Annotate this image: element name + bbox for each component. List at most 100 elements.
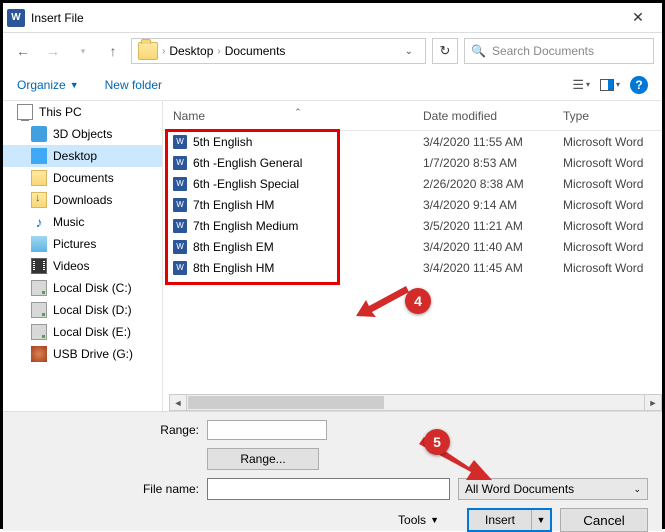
breadcrumb[interactable]: › Desktop › Documents ⌄: [131, 38, 426, 64]
tree-label: Documents: [53, 171, 114, 185]
main-area: This PC 3D Objects Desktop Documents Dow…: [3, 101, 662, 411]
file-name: 6th -English Special: [193, 177, 423, 191]
insert-dropdown[interactable]: ▼: [532, 510, 550, 530]
refresh-button[interactable]: ↻: [432, 38, 458, 64]
tree-label: Desktop: [53, 149, 97, 163]
search-input[interactable]: 🔍 Search Documents: [464, 38, 654, 64]
file-date: 3/4/2020 11:40 AM: [423, 240, 563, 254]
tree-local-e[interactable]: Local Disk (E:): [3, 321, 162, 343]
file-type: Microsoft Word: [563, 135, 643, 149]
file-date: 3/4/2020 11:55 AM: [423, 135, 563, 149]
tree-local-c[interactable]: Local Disk (C:): [3, 277, 162, 299]
file-row[interactable]: W7th English Medium3/5/2020 11:21 AMMicr…: [163, 215, 662, 236]
help-button[interactable]: ?: [630, 76, 648, 94]
preview-pane-button[interactable]: ▾: [600, 79, 620, 91]
drive-icon: [31, 302, 47, 318]
chevron-down-icon: ▼: [70, 80, 79, 90]
view-options-button[interactable]: ☰▾: [572, 77, 590, 93]
file-name: 7th English Medium: [193, 219, 423, 233]
chevron-right-icon: ›: [162, 46, 165, 57]
tree-3d-objects[interactable]: 3D Objects: [3, 123, 162, 145]
word-doc-icon: W: [173, 219, 187, 233]
command-bar: Organize ▼ New folder ☰▾ ▾ ?: [3, 69, 662, 101]
file-list: W5th English3/4/2020 11:55 AMMicrosoft W…: [163, 131, 662, 278]
tree-label: Downloads: [53, 193, 112, 207]
tree-label: Pictures: [53, 237, 96, 251]
downloads-icon: [31, 192, 47, 208]
file-row[interactable]: W 8th English EM3/4/2020 11:40 AMMicrosof…: [163, 236, 662, 257]
col-type[interactable]: Type: [563, 109, 662, 123]
word-doc-icon: W: [173, 156, 187, 170]
filename-label: File name:: [17, 482, 207, 496]
drive-icon: [31, 280, 47, 296]
tree-music[interactable]: ♪Music: [3, 211, 162, 233]
col-name[interactable]: ⌃Name: [173, 109, 423, 123]
scroll-left-icon[interactable]: ◄: [170, 395, 187, 410]
file-type: Microsoft Word: [563, 240, 643, 254]
word-app-icon: W: [7, 9, 25, 27]
tree-desktop[interactable]: Desktop: [3, 145, 162, 167]
back-button[interactable]: ←: [11, 39, 35, 63]
insert-label: Insert: [469, 510, 532, 530]
navbar: ← → ▾ ↑ › Desktop › Documents ⌄ ↻ 🔍 Sear…: [3, 33, 662, 69]
organize-button[interactable]: Organize ▼: [17, 78, 79, 92]
scroll-right-icon[interactable]: ►: [644, 395, 661, 410]
file-type: Microsoft Word: [563, 177, 643, 191]
breadcrumb-seg-documents[interactable]: Documents: [225, 44, 286, 58]
file-row[interactable]: W7th English HM3/4/2020 9:14 AMMicrosoft…: [163, 194, 662, 215]
recent-dropdown[interactable]: ▾: [71, 39, 95, 63]
cancel-button[interactable]: Cancel: [560, 508, 648, 532]
tree-this-pc[interactable]: This PC: [3, 101, 162, 123]
file-type: Microsoft Word: [563, 198, 643, 212]
tree-label: This PC: [39, 105, 82, 119]
range-input[interactable]: [207, 420, 327, 440]
tree-downloads[interactable]: Downloads: [3, 189, 162, 211]
tree-pane: This PC 3D Objects Desktop Documents Dow…: [3, 101, 163, 411]
music-icon: ♪: [31, 214, 47, 230]
3d-icon: [31, 126, 47, 142]
file-row[interactable]: W6th -English General1/7/2020 8:53 AMMic…: [163, 152, 662, 173]
forward-button[interactable]: →: [41, 39, 65, 63]
file-row[interactable]: W 6th -English Special2/26/2020 8:38 AMMi…: [163, 173, 662, 194]
file-type: Microsoft Word: [563, 156, 643, 170]
up-button[interactable]: ↑: [101, 39, 125, 63]
col-date[interactable]: Date modified: [423, 109, 563, 123]
tree-local-d[interactable]: Local Disk (D:): [3, 299, 162, 321]
window-title: Insert File: [31, 11, 618, 25]
tree-pictures[interactable]: Pictures: [3, 233, 162, 255]
usb-icon: [31, 346, 47, 362]
file-name: 6th -English General: [193, 156, 423, 170]
filter-label: All Word Documents: [465, 482, 574, 496]
file-type: Microsoft Word: [563, 219, 643, 233]
breadcrumb-seg-desktop[interactable]: Desktop: [169, 44, 213, 58]
file-date: 3/4/2020 11:45 AM: [423, 261, 563, 275]
range-button[interactable]: Range...: [207, 448, 319, 470]
breadcrumb-dropdown[interactable]: ⌄: [399, 46, 419, 57]
h-scrollbar[interactable]: ◄ ►: [169, 394, 662, 411]
tree-label: Videos: [53, 259, 89, 273]
word-doc-icon: W: [173, 240, 187, 254]
word-doc-icon: W: [173, 261, 187, 275]
file-date: 2/26/2020 8:38 AM: [423, 177, 563, 191]
tree-usb-g[interactable]: USB Drive (G:): [3, 343, 162, 365]
word-doc-icon: W: [173, 177, 187, 191]
tree-videos[interactable]: Videos: [3, 255, 162, 277]
new-folder-button[interactable]: New folder: [105, 78, 162, 92]
annotation-badge-5: 5: [424, 429, 450, 455]
tree-documents[interactable]: Documents: [3, 167, 162, 189]
tools-button[interactable]: Tools ▼: [398, 513, 439, 527]
file-row[interactable]: W8th English HM3/4/2020 11:45 AMMicrosof…: [163, 257, 662, 278]
folder-icon: [138, 42, 158, 60]
chevron-right-icon: ›: [217, 46, 220, 57]
insert-button[interactable]: Insert ▼: [467, 508, 552, 532]
search-icon: 🔍: [471, 44, 486, 58]
close-button[interactable]: ✕: [618, 9, 658, 26]
tools-label: Tools: [398, 513, 426, 527]
pictures-icon: [31, 236, 47, 252]
scroll-thumb[interactable]: [188, 396, 384, 409]
file-name: 8th English EM: [193, 240, 423, 254]
chevron-down-icon: ▼: [430, 515, 439, 525]
file-name: 7th English HM: [193, 198, 423, 212]
file-row[interactable]: W5th English3/4/2020 11:55 AMMicrosoft W…: [163, 131, 662, 152]
annotation-badge-4: 4: [405, 288, 431, 314]
